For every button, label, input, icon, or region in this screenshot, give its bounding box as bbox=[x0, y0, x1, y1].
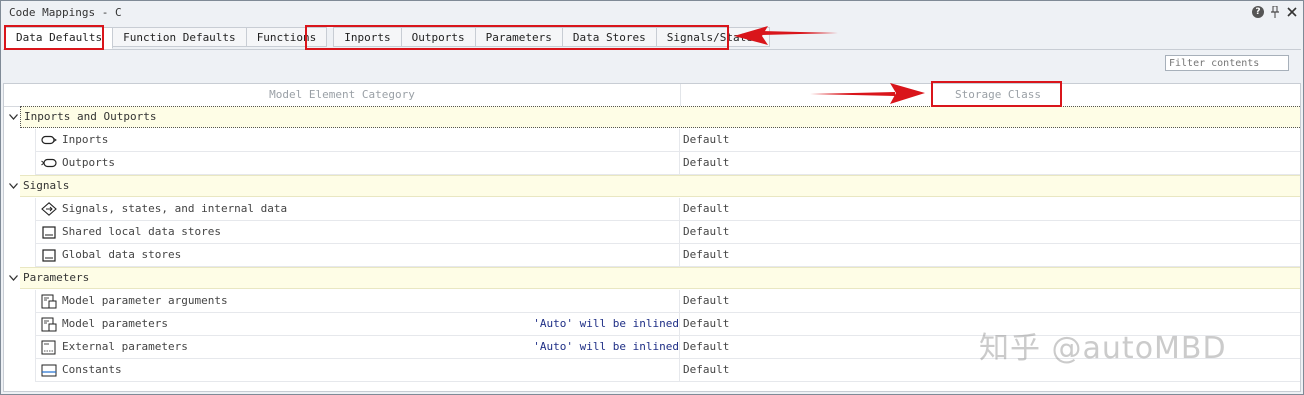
table-row[interactable]: Signals, states, and internal data Defau… bbox=[4, 198, 1300, 221]
category-label: Outports bbox=[62, 156, 115, 169]
category-cell: Constants bbox=[35, 359, 680, 382]
chevron-down-icon[interactable] bbox=[6, 269, 20, 287]
category-label: Constants bbox=[62, 363, 122, 376]
category-label: Model parameter arguments bbox=[62, 294, 228, 307]
close-icon bbox=[1287, 7, 1297, 17]
constant-icon bbox=[41, 363, 57, 377]
tab-inports[interactable]: Inports bbox=[333, 27, 402, 47]
category-label: Model parameters bbox=[62, 317, 168, 330]
inport-icon bbox=[41, 133, 57, 147]
pin-icon bbox=[1271, 6, 1279, 18]
category-cell: Signals, states, and internal data bbox=[35, 198, 680, 221]
storage-class-cell[interactable]: Default bbox=[680, 198, 1300, 221]
table-row[interactable]: Inports Default bbox=[4, 129, 1300, 152]
tab-data-stores[interactable]: Data Stores bbox=[562, 27, 657, 47]
storage-class-cell[interactable]: Default bbox=[680, 290, 1300, 313]
table-header: Model Element Category Storage Class bbox=[4, 84, 1300, 107]
tab-functions[interactable]: Functions bbox=[246, 27, 328, 47]
group-row-parameters[interactable]: Parameters bbox=[4, 267, 1300, 290]
tab-bar: Data Defaults Function Defaults Function… bbox=[5, 27, 771, 49]
tab-outports[interactable]: Outports bbox=[401, 27, 476, 47]
tab-signals-states[interactable]: Signals/States bbox=[656, 27, 771, 47]
inline-note: 'Auto' will be inlined bbox=[533, 317, 679, 330]
column-header-storage-class[interactable]: Storage Class bbox=[934, 84, 1062, 106]
category-label: Shared local data stores bbox=[62, 225, 221, 238]
column-divider[interactable] bbox=[680, 84, 681, 106]
storage-class-cell[interactable]: Default bbox=[680, 244, 1300, 267]
inline-note: 'Auto' will be inlined bbox=[533, 340, 679, 353]
table-row[interactable]: Global data stores Default bbox=[4, 244, 1300, 267]
category-label: Signals, states, and internal data bbox=[62, 202, 288, 215]
category-cell: External parameters 'Auto' will be inlin… bbox=[35, 336, 680, 359]
help-icon: ? bbox=[1252, 6, 1264, 18]
data-store-icon bbox=[41, 225, 57, 239]
category-cell: Global data stores bbox=[35, 244, 680, 267]
window-title: Code Mappings - C bbox=[9, 6, 122, 19]
code-mappings-window: Code Mappings - C ? Data Defaults Functi… bbox=[0, 0, 1304, 395]
signal-icon bbox=[41, 202, 57, 216]
table-row[interactable]: Model parameter arguments Default bbox=[4, 290, 1300, 313]
group-row-signals[interactable]: Signals bbox=[4, 175, 1300, 198]
column-header-category[interactable]: Model Element Category bbox=[4, 84, 680, 106]
table-row[interactable]: Shared local data stores Default bbox=[4, 221, 1300, 244]
chevron-down-icon[interactable] bbox=[6, 177, 20, 195]
category-cell: Shared local data stores bbox=[35, 221, 680, 244]
help-button[interactable]: ? bbox=[1251, 5, 1265, 19]
group-label: Inports and Outports bbox=[20, 106, 1300, 128]
chevron-down-icon[interactable] bbox=[6, 108, 20, 126]
group-label: Parameters bbox=[20, 267, 1300, 289]
category-cell: Model parameter arguments bbox=[35, 290, 680, 313]
parameter-icon bbox=[41, 294, 57, 308]
table-row[interactable]: Outports Default bbox=[4, 152, 1300, 175]
filter-contents-input[interactable] bbox=[1165, 55, 1289, 71]
parameter-icon bbox=[41, 317, 57, 331]
external-parameter-icon bbox=[41, 340, 57, 354]
data-store-icon bbox=[41, 248, 57, 262]
tab-parameters[interactable]: Parameters bbox=[475, 27, 563, 47]
storage-class-cell[interactable]: Default bbox=[680, 152, 1300, 175]
category-label: External parameters bbox=[62, 340, 188, 353]
category-cell: Inports bbox=[35, 129, 680, 152]
tab-function-defaults[interactable]: Function Defaults bbox=[113, 27, 247, 47]
close-button[interactable] bbox=[1285, 5, 1299, 19]
group-label: Signals bbox=[20, 175, 1300, 197]
category-cell: Model parameters 'Auto' will be inlined bbox=[35, 313, 680, 336]
title-bar: Code Mappings - C ? bbox=[1, 1, 1303, 25]
toolbar bbox=[3, 49, 1301, 82]
title-buttons: ? bbox=[1251, 5, 1299, 19]
tab-data-defaults[interactable]: Data Defaults bbox=[5, 27, 114, 49]
category-label: Inports bbox=[62, 133, 109, 146]
watermark: 知乎 @autoMBD bbox=[979, 331, 1227, 366]
storage-class-cell[interactable]: Default bbox=[680, 221, 1300, 244]
group-row-inports-outports[interactable]: Inports and Outports bbox=[4, 106, 1300, 129]
storage-class-cell[interactable]: Default bbox=[680, 129, 1300, 152]
pin-button[interactable] bbox=[1268, 5, 1282, 19]
category-cell: Outports bbox=[35, 152, 680, 175]
outport-icon bbox=[41, 156, 57, 170]
category-label: Global data stores bbox=[62, 248, 182, 261]
